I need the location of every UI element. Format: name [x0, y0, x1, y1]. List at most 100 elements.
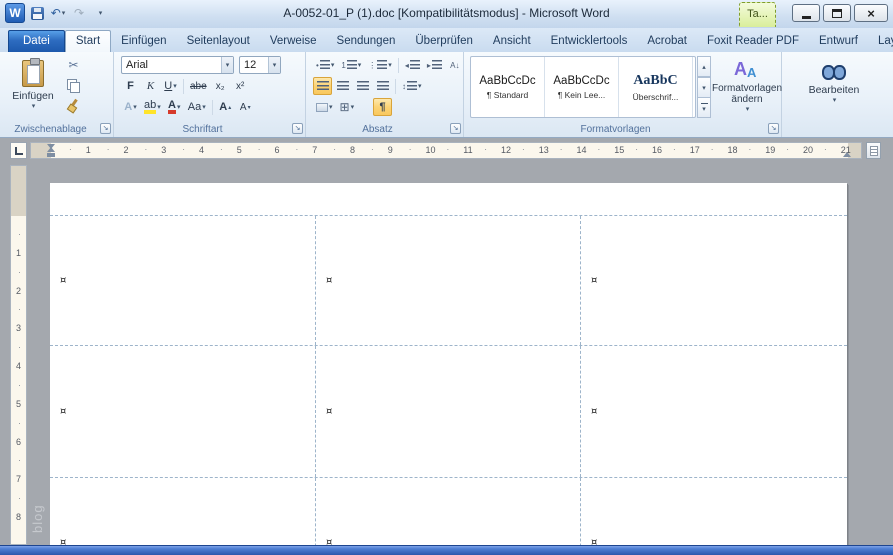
grow-font-button[interactable]: A ▴ [216, 98, 235, 116]
borders-button[interactable]: ⊞ ▾ [337, 98, 358, 116]
tab-entwicklertools[interactable]: Entwicklertools [541, 31, 638, 52]
cell-end-marker: ¤ [591, 537, 598, 545]
line-spacing-button[interactable]: ↕ ▾ [399, 77, 425, 95]
change-case-button[interactable]: Aa ▾ [185, 98, 209, 116]
table-row: ¤ ¤ ¤ [50, 346, 847, 478]
ruler-tick: · [18, 493, 21, 504]
tab-seitenlayout[interactable]: Seitenlayout [177, 31, 260, 52]
italic-button[interactable]: K [141, 77, 160, 95]
superscript-button[interactable]: x² [231, 77, 250, 95]
maximize-button[interactable] [823, 4, 851, 22]
tab-datei[interactable]: Datei [8, 30, 65, 52]
dialog-launcher-icon[interactable]: ↘ [768, 123, 779, 134]
style-item-standard[interactable]: AaBbCcDc ¶ Standard [471, 57, 545, 117]
strikethrough-button[interactable]: abe [187, 77, 210, 95]
table-cell[interactable]: ¤ [581, 216, 847, 345]
undo-button[interactable]: ↶ ▾ [49, 4, 67, 22]
customize-qat-button[interactable]: ▾ [91, 4, 109, 22]
shrink-font-button[interactable]: A ▾ [236, 98, 255, 116]
caret-up-icon: ▴ [228, 104, 232, 111]
close-button[interactable]: × [854, 4, 888, 22]
tab-stop-selector[interactable] [10, 142, 27, 159]
editing-button[interactable]: Bearbeiten ▾ [794, 55, 874, 121]
clipboard-group: Einfügen ▾ ✂ Zwischenablage ↘ [2, 52, 114, 137]
format-painter-button[interactable] [64, 96, 83, 114]
table-cell[interactable]: ¤ [50, 216, 316, 345]
increase-indent-button[interactable]: ▸ [424, 56, 445, 74]
ruler-number: 21 [840, 145, 851, 155]
horizontal-ruler[interactable]: 1 · 2 · 3 · 4 · 5 · 6 · 7 · 8 · 9 · 10 · 11 · 12 · 13 · 14 · 15 · 16 · 1… [30, 142, 862, 159]
multilevel-list-button[interactable]: ⋮ ▾ [365, 56, 395, 74]
tab-ueberpruefen[interactable]: Überprüfen [405, 31, 483, 52]
gallery-more-button[interactable]: ▾ [697, 98, 711, 118]
ruler-number: 6 [274, 145, 280, 155]
dialog-launcher-icon[interactable]: ↘ [100, 123, 111, 134]
subscript-button[interactable]: x₂ [211, 77, 230, 95]
align-left-button[interactable] [313, 77, 332, 95]
show-formatting-marks-button[interactable]: ¶ [373, 98, 393, 116]
tab-entwurf[interactable]: Entwurf [809, 31, 868, 52]
clipboard-icon [22, 58, 44, 87]
align-center-button[interactable] [333, 77, 352, 95]
ruler-tick: · [521, 144, 525, 154]
table-tools-contextual-header[interactable]: Ta... [739, 2, 776, 27]
tab-einfuegen[interactable]: Einfügen [111, 31, 176, 52]
tab-sendungen[interactable]: Sendungen [327, 31, 406, 52]
sort-button[interactable]: A↓ [446, 56, 465, 74]
tab-foxit-reader-pdf[interactable]: Foxit Reader PDF [697, 31, 809, 52]
numbered-list-icon: 1 [341, 60, 346, 70]
tab-ansicht[interactable]: Ansicht [483, 31, 541, 52]
tab-acrobat[interactable]: Acrobat [637, 31, 697, 52]
vertical-ruler: 1 · 2 · 3 · 4 · 5 · 6 · 7 · 8 · [10, 165, 27, 545]
copy-button[interactable] [64, 76, 83, 94]
tab-start[interactable]: Start [64, 30, 112, 52]
table-cell[interactable]: ¤ [316, 346, 581, 477]
dialog-launcher-icon[interactable]: ↘ [292, 123, 303, 134]
font-size-select[interactable]: 12 ▾ [239, 56, 281, 74]
redo-button[interactable]: ↷ [70, 4, 88, 22]
gallery-down-button[interactable]: ▾ [697, 77, 711, 98]
style-item-ueberschrift-1[interactable]: AaBbC Überschrif... [619, 57, 693, 117]
chevron-down-icon: ▾ [173, 83, 177, 90]
paste-button[interactable]: Einfügen ▾ [9, 55, 57, 123]
left-indent-marker[interactable] [47, 153, 55, 157]
align-right-button[interactable] [353, 77, 372, 95]
underline-button[interactable]: U ▾ [161, 77, 180, 95]
editing-label: Bearbeiten [808, 84, 860, 96]
cut-button[interactable]: ✂ [64, 56, 83, 74]
table-cell[interactable]: ¤ [50, 346, 316, 477]
minimize-button[interactable] [792, 4, 820, 22]
bold-button[interactable]: F [121, 77, 140, 95]
tab-verweise[interactable]: Verweise [260, 31, 327, 52]
dialog-launcher-icon[interactable]: ↘ [450, 123, 461, 134]
table-cell[interactable]: ¤ [581, 478, 847, 545]
decrease-indent-button[interactable]: ◂ [402, 56, 423, 74]
save-button[interactable] [28, 4, 46, 22]
text-effects-button[interactable]: A ▾ [121, 98, 140, 116]
table-cell[interactable]: ¤ [316, 478, 581, 545]
font-family-select[interactable]: Arial ▾ [121, 56, 234, 74]
word-logo-icon[interactable]: W [5, 3, 25, 23]
font-color-button[interactable]: A ▾ [165, 98, 184, 116]
justify-button[interactable] [373, 77, 392, 95]
change-styles-button[interactable]: AA Formatvorlagen ändern ▾ [712, 55, 782, 121]
shading-button[interactable]: ▾ [313, 98, 336, 116]
ruler-number: 9 [387, 145, 393, 155]
table-cell[interactable]: ¤ [50, 478, 316, 545]
bullet-list-icon: • [316, 60, 319, 70]
document-page[interactable]: ¤ ¤ ¤ ¤ ¤ ¤ ¤ ¤ ¤ [50, 183, 847, 545]
table-cell[interactable]: ¤ [316, 216, 581, 345]
numbering-button[interactable]: 1 ▾ [338, 56, 364, 74]
table-cell[interactable]: ¤ [581, 346, 847, 477]
ruler-number: 15 [614, 145, 625, 155]
ruler-tick: · [257, 144, 261, 154]
highlight-color-button[interactable]: ab ▾ [141, 98, 164, 116]
hanging-indent-marker[interactable] [47, 147, 55, 152]
bullets-button[interactable]: • ▾ [313, 56, 337, 74]
ruler-toggle-button[interactable] [866, 142, 881, 159]
ruler-number: 18 [727, 145, 738, 155]
tab-layout[interactable]: Layout [868, 31, 893, 52]
style-item-kein-leerraum[interactable]: AaBbCcDc ¶ Kein Lee... [545, 57, 619, 117]
grow-font-label: A [219, 101, 228, 113]
gallery-up-button[interactable]: ▴ [697, 56, 711, 77]
